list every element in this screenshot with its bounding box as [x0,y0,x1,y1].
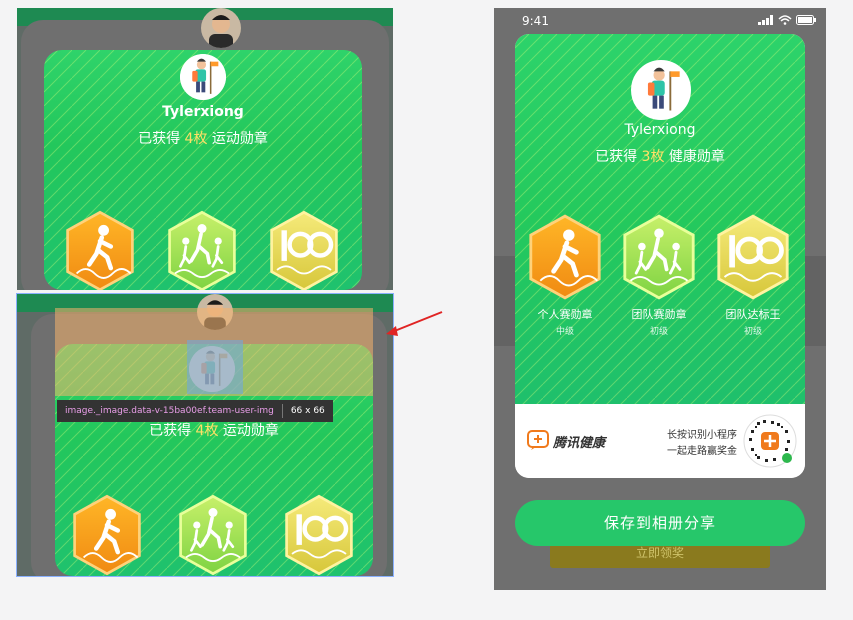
team-badge-icon [621,214,697,300]
medal-card: Tylerxiong 已获得 4枚 运动勋章 [44,50,362,290]
wifi-icon [778,15,792,25]
inspector-tooltip: image._image.data-v-15ba00ef.team-user-i… [57,400,333,422]
qr-code-icon [743,414,797,468]
battery-icon [796,15,816,25]
user-avatar [180,54,226,100]
signal-icon [758,15,773,25]
brand-name: 腾讯健康 [553,436,606,451]
qr-line-1: 长按识别小程序 [667,430,737,441]
user-avatar [631,60,691,120]
inspector-selector: image._image.data-v-15ba00ef.team-user-i… [65,406,274,416]
left-bottom-panel: 已获得 4枚 运动勋章 image._image.data-v-15ba00ef… [16,293,394,577]
tencent-health-logo-icon [527,430,549,450]
status-icons [758,15,816,25]
inspector-element-overlay [187,340,243,394]
hundred-badge-icon [283,494,355,576]
earned-summary: 已获得 4枚 运动勋章 [138,131,268,147]
team-badge-icon [166,210,238,290]
badge-name-2: 团队赛勋章 [631,308,687,321]
walker-badge-icon [64,210,136,290]
left-top-panel: Tylerxiong 已获得 4枚 运动勋章 [17,8,393,290]
username: Tylerxiong [624,122,696,138]
walker-badge-icon [71,494,143,576]
badge-level-3: 初级 [743,327,762,337]
earned-summary: 已获得 3枚 健康勋章 [595,149,725,165]
qr-line-2: 一起走路赢奖金 [667,446,737,457]
hiker-avatar-icon [633,62,689,118]
phone-screen: 9:41 立即领奖 Tylerxiong 已获得 3枚 健康勋章 个人赛勋章 中… [494,8,826,590]
earned-summary: 已获得 4枚 运动勋章 [149,423,279,439]
hundred-badge-icon [268,210,340,290]
badge-name-3: 团队达标王 [725,308,781,321]
photo-avatar [201,8,241,48]
team-badge-icon [177,494,249,576]
badge-name-1: 个人赛勋章 [537,308,593,321]
walker-badge-icon [527,214,603,300]
share-card: Tylerxiong 已获得 3枚 健康勋章 个人赛勋章 中级 团队赛勋章 初级… [515,34,805,478]
username: Tylerxiong [162,104,244,120]
inspector-size: 66 x 66 [290,406,325,416]
card-footer: 腾讯健康 长按识别小程序 一起走路赢奖金 [515,404,805,478]
save-button-label: 保存到相册分享 [603,514,716,532]
status-time: 9:41 [522,14,549,28]
badge-level-2: 初级 [649,327,668,337]
badge-level-1: 中级 [555,327,574,337]
save-to-album-button[interactable]: 保存到相册分享 [515,500,805,546]
hiker-avatar-icon [180,54,226,100]
hundred-badge-icon [715,214,791,300]
arrow-icon [386,311,443,336]
